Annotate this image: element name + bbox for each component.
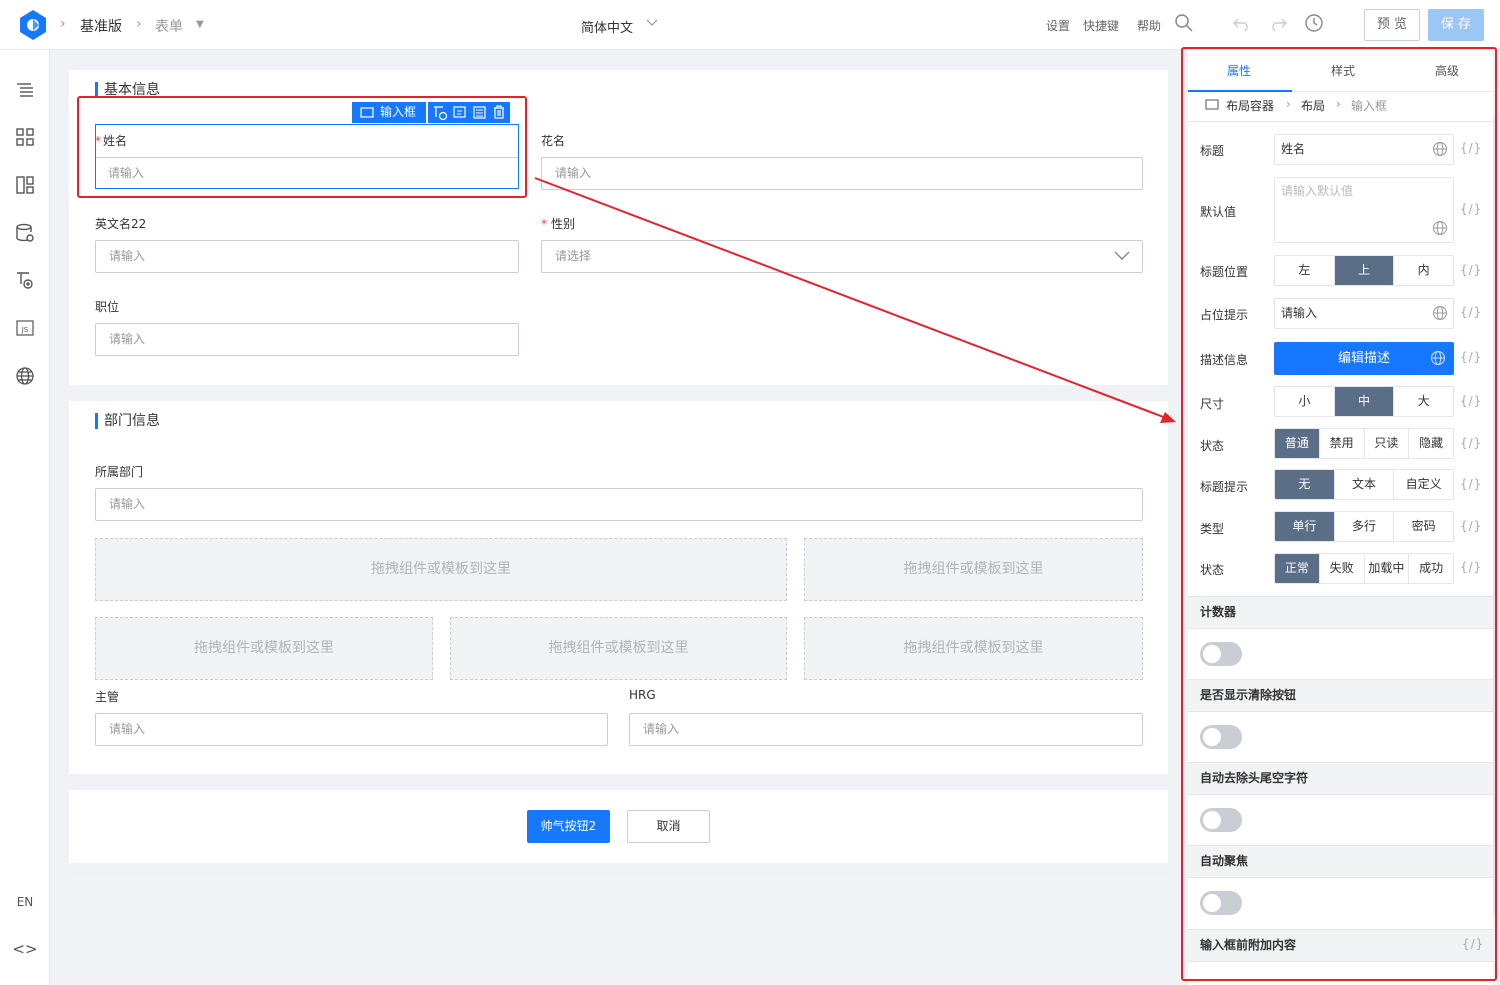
language-toggle[interactable]: EN — [0, 895, 50, 909]
settings-link[interactable]: 设置 — [1046, 17, 1070, 34]
breadcrumb-separator-icon: › — [136, 16, 142, 32]
english-name-input[interactable]: 请输入 — [95, 240, 519, 273]
top-bar: › 基准版 › 表单 ▼ 简体中文 设置 快捷键 帮助 预 览 保 存 — [0, 0, 1500, 50]
outline-icon[interactable] — [15, 80, 35, 100]
position-label: 职位 — [95, 300, 120, 314]
breadcrumb-root[interactable]: 基准版 — [80, 16, 122, 36]
annotation-box-panel — [1181, 47, 1497, 981]
globe-icon[interactable] — [15, 366, 35, 386]
manager-label: 主管 — [95, 690, 120, 704]
search-icon[interactable] — [1174, 13, 1194, 33]
preview-button[interactable]: 预 览 — [1364, 9, 1420, 41]
save-button[interactable]: 保 存 — [1428, 9, 1484, 41]
gender-select[interactable]: 请选择 — [541, 240, 1143, 273]
drop-zone[interactable]: 拖拽组件或模板到这里 — [450, 617, 787, 680]
left-sidebar: JS EN <> — [0, 50, 50, 985]
chevron-down-icon[interactable] — [646, 19, 658, 27]
action-card — [69, 790, 1168, 863]
js-icon[interactable]: JS — [15, 318, 35, 338]
layout-icon[interactable] — [15, 175, 35, 195]
department-label: 所属部门 — [95, 465, 144, 479]
submit-button[interactable]: 帅气按钮2 — [527, 810, 610, 843]
manager-input[interactable]: 请输入 — [95, 713, 608, 746]
shortcuts-link[interactable]: 快捷键 — [1083, 17, 1119, 34]
nickname-label: 花名 — [541, 134, 566, 148]
annotation-box-field — [77, 96, 527, 198]
empty-area — [69, 875, 1168, 968]
history-icon[interactable] — [1304, 13, 1324, 33]
svg-text:JS: JS — [21, 326, 29, 334]
flow-icon[interactable] — [15, 270, 35, 290]
datasource-icon[interactable] — [15, 223, 35, 243]
caret-down-icon[interactable]: ▼ — [196, 19, 204, 30]
app-logo-icon[interactable] — [16, 8, 50, 42]
language-select[interactable]: 简体中文 — [581, 17, 633, 36]
hrg-input[interactable]: 请输入 — [629, 713, 1143, 746]
nickname-input[interactable]: 请输入 — [541, 157, 1143, 190]
english-name-label: 英文名22 — [95, 217, 147, 231]
drop-zone[interactable]: 拖拽组件或模板到这里 — [804, 538, 1143, 601]
code-view-icon[interactable]: <> — [0, 940, 50, 958]
cancel-button[interactable]: 取消 — [627, 810, 710, 843]
drop-zone[interactable]: 拖拽组件或模板到这里 — [95, 538, 787, 601]
department-input[interactable]: 请输入 — [95, 488, 1143, 521]
hrg-label: HRG — [629, 688, 656, 702]
chevron-down-icon[interactable] — [1114, 251, 1130, 261]
drop-zone[interactable]: 拖拽组件或模板到这里 — [95, 617, 433, 680]
components-icon[interactable] — [15, 127, 35, 147]
help-link[interactable]: 帮助 — [1137, 17, 1161, 34]
drop-zone[interactable]: 拖拽组件或模板到这里 — [804, 617, 1143, 680]
breadcrumb-page[interactable]: 表单 — [155, 16, 183, 36]
gender-label: * 性别 — [541, 217, 576, 231]
position-input[interactable]: 请输入 — [95, 323, 519, 356]
section-title-department: 部门信息 — [95, 413, 160, 429]
redo-icon[interactable] — [1268, 13, 1288, 33]
breadcrumb-separator-icon: › — [60, 16, 66, 32]
undo-icon[interactable] — [1232, 13, 1252, 33]
